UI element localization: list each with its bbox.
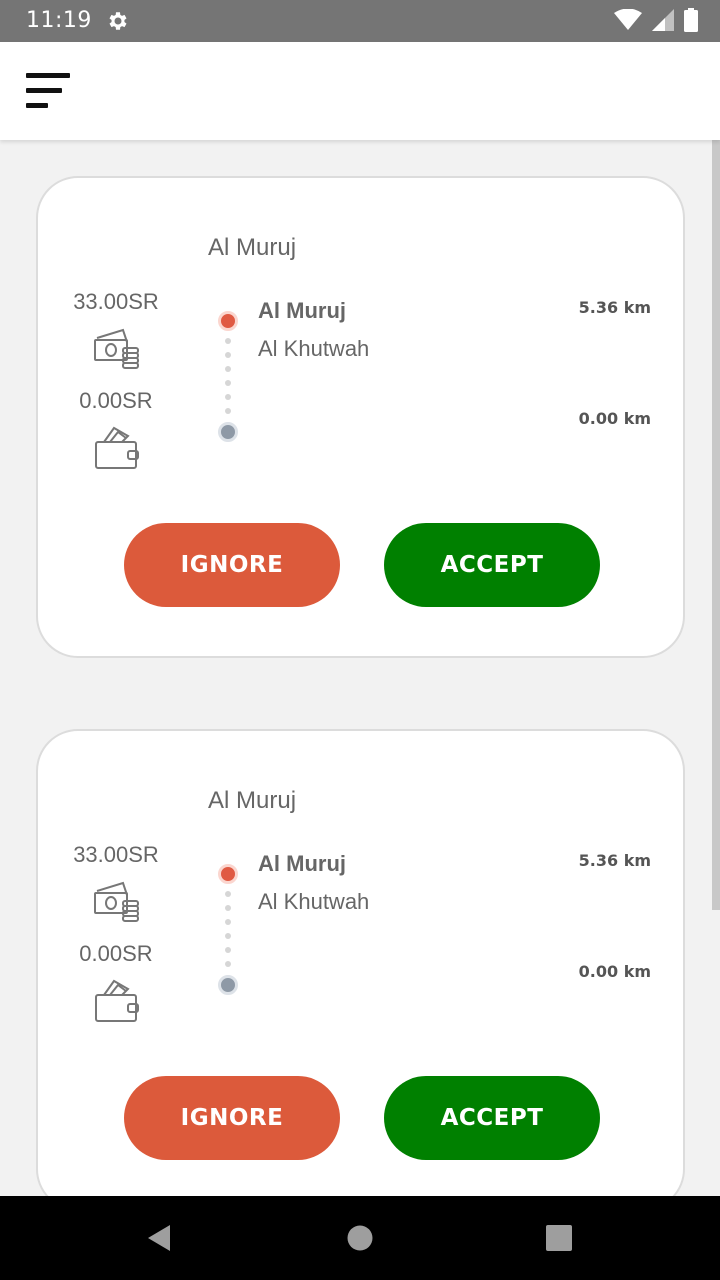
navigation-bar: [0, 1196, 720, 1280]
pickup-location: Al Muruj: [258, 851, 346, 876]
fare-amount: 33.00SR: [73, 289, 159, 314]
wallet-amount: 0.00SR: [79, 388, 153, 413]
wallet-amount: 0.00SR: [79, 941, 153, 966]
menu-icon[interactable]: [26, 70, 72, 112]
scrollbar[interactable]: [712, 140, 720, 910]
accept-button[interactable]: ACCEPT: [384, 523, 600, 607]
battery-icon: [684, 8, 698, 32]
fare-amount: 33.00SR: [73, 842, 159, 867]
pickup-location: Al Muruj: [258, 298, 346, 323]
status-bar: 11:19: [0, 0, 720, 42]
order-card: Al Muruj 33.00SR 0.00SR Al Muruj Al Khut…: [36, 176, 685, 658]
dropoff-distance: 0.00 km: [578, 962, 651, 981]
accept-button[interactable]: ACCEPT: [384, 1076, 600, 1160]
back-icon[interactable]: [146, 1224, 172, 1252]
dropoff-marker-icon: [218, 975, 238, 995]
recents-icon[interactable]: [545, 1224, 573, 1252]
dropoff-marker-icon: [218, 422, 238, 442]
gear-icon: [109, 12, 127, 30]
ignore-button[interactable]: IGNORE: [124, 1076, 340, 1160]
app-bar: [0, 42, 720, 140]
order-area: Al Muruj: [208, 234, 297, 261]
wallet-icon: [95, 979, 139, 1022]
cash-icon: [94, 328, 139, 369]
wallet-icon: [95, 426, 139, 469]
dropoff-distance: 0.00 km: [578, 409, 651, 428]
route-line: [225, 891, 231, 971]
dropoff-location: Al Khutwah: [258, 336, 370, 361]
pickup-marker-icon: [218, 311, 238, 331]
order-card: Al Muruj 33.00SR 0.00SR Al Muruj Al Khut…: [36, 729, 685, 1211]
signal-icon: [652, 9, 674, 31]
order-area: Al Muruj: [208, 787, 297, 814]
route-line: [225, 338, 231, 418]
pickup-marker-icon: [218, 864, 238, 884]
status-time: 11:19: [26, 8, 92, 33]
cash-icon: [94, 881, 139, 922]
pickup-distance: 5.36 km: [578, 851, 651, 870]
wifi-icon: [614, 9, 642, 30]
pickup-distance: 5.36 km: [578, 298, 651, 317]
dropoff-location: Al Khutwah: [258, 889, 370, 914]
home-icon[interactable]: [347, 1225, 373, 1251]
ignore-button[interactable]: IGNORE: [124, 523, 340, 607]
